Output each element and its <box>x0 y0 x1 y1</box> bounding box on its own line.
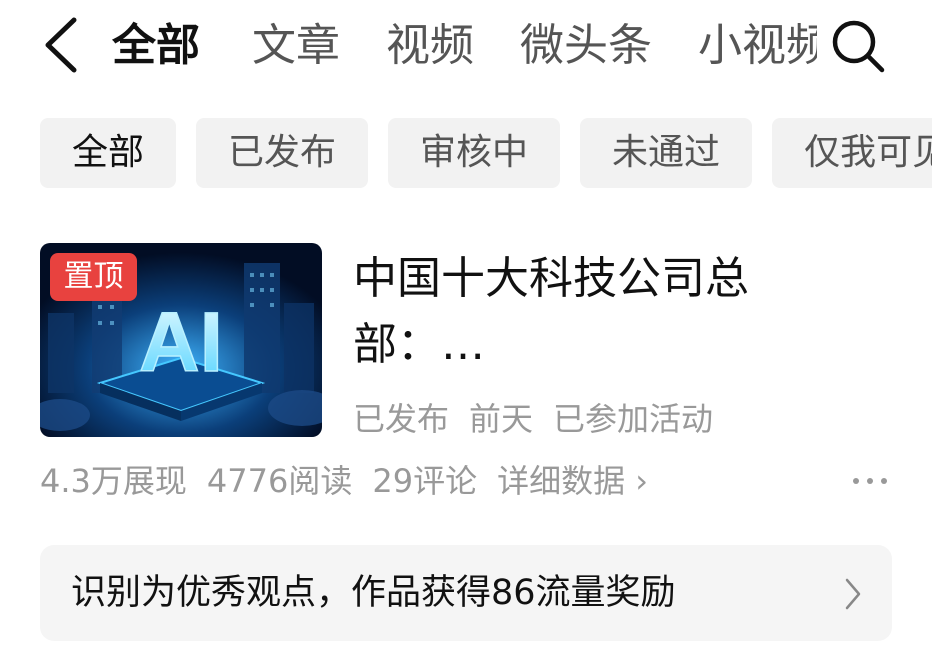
tab-videos[interactable]: 视频 <box>386 14 474 78</box>
filter-all[interactable]: 全部 <box>40 118 177 188</box>
article-thumbnail[interactable]: AI 置顶 <box>40 243 322 437</box>
search-button[interactable] <box>826 16 886 74</box>
tab-all[interactable]: 全部 <box>112 14 200 78</box>
impressions-count: 4.3万展现 <box>40 462 187 500</box>
chevron-left-icon <box>45 17 77 73</box>
detail-data-link[interactable]: 详细数据 › <box>497 462 648 500</box>
content-type-tabs: 全部 文章 视频 微头条 小视频 <box>112 14 817 78</box>
filter-published[interactable]: 已发布 <box>196 118 369 188</box>
article-meta: 已发布 前天 已参加活动 <box>353 394 733 440</box>
filter-rejected[interactable]: 未通过 <box>580 118 753 188</box>
reads-count: 4776阅读 <box>206 462 353 500</box>
filter-private[interactable]: 仅我可见 <box>772 118 932 188</box>
more-dots-icon <box>853 478 887 484</box>
pinned-badge: 置顶 <box>50 253 137 301</box>
article-stats: 4.3万展现 4776阅读 29评论 详细数据 › <box>40 458 668 504</box>
tab-micro-headlines[interactable]: 微头条 <box>520 14 652 78</box>
status-filter-bar: 全部 已发布 审核中 未通过 仅我可见 <box>40 118 932 190</box>
tab-articles[interactable]: 文章 <box>252 14 340 78</box>
more-options-button[interactable] <box>850 466 890 496</box>
filter-under-review[interactable]: 审核中 <box>388 118 561 188</box>
top-bar: 全部 文章 视频 微头条 小视频 <box>0 0 932 96</box>
thumbnail-ai-text: AI <box>139 295 223 389</box>
reward-banner[interactable]: 识别为优秀观点，作品获得86流量奖励 <box>40 545 892 641</box>
chevron-right-icon <box>845 578 861 610</box>
comments-count: 29评论 <box>372 462 478 500</box>
tab-short-videos[interactable]: 小视频 <box>698 14 817 78</box>
article-activity: 已参加活动 <box>553 400 714 438</box>
search-icon <box>832 20 885 73</box>
article-time: 前天 <box>469 400 534 438</box>
article-title[interactable]: 中国十大科技公司总部：… <box>353 246 823 378</box>
back-button[interactable] <box>40 16 84 74</box>
article-status: 已发布 <box>353 400 450 438</box>
reward-banner-text: 识别为优秀观点，作品获得86流量奖励 <box>71 573 676 613</box>
